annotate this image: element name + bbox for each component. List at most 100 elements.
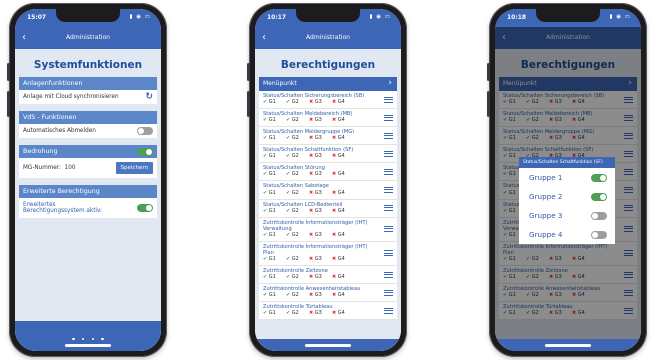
hamburger-menu-icon[interactable]: [384, 250, 393, 257]
mg-number-label: MG-Nummer:: [23, 165, 61, 171]
group-label: G3: [314, 171, 322, 178]
extended-permissions-toggle[interactable]: [137, 204, 153, 212]
popup-group-label: Gruppe 4: [529, 230, 563, 239]
group-label: G3: [314, 99, 322, 106]
hamburger-menu-icon[interactable]: [384, 289, 393, 296]
group-label: G4: [337, 135, 345, 142]
group-status: ✖ G4: [332, 99, 355, 106]
group-toggle[interactable]: [591, 211, 607, 220]
extended-label-1: Erweitertes: [23, 201, 56, 208]
group-status: ✖ G3: [309, 208, 332, 215]
popup-group-row: Gruppe 1: [519, 168, 615, 187]
group-status-row: ✔ G1✔ G2✖ G3✖ G4: [263, 232, 377, 239]
hamburger-menu-icon[interactable]: [384, 187, 393, 194]
cross-icon: ✖: [309, 310, 314, 317]
check-icon: ✔: [263, 135, 268, 142]
group-toggle[interactable]: [591, 173, 607, 182]
menu-item-name: Zutrittskontrolle Informationsträger (IH…: [263, 243, 368, 256]
group-label: G1: [268, 153, 276, 160]
group-status-row: ✔ G1✔ G2✖ G3✖ G4: [263, 310, 377, 317]
cross-icon: ✖: [332, 256, 337, 263]
hamburger-menu-icon[interactable]: [384, 96, 393, 103]
hamburger-menu-icon[interactable]: [384, 205, 393, 212]
group-status: ✔ G2: [286, 274, 309, 281]
hamburger-menu-icon[interactable]: [384, 132, 393, 139]
status-icons: ▮ ◉ ▭: [129, 14, 151, 20]
group-label: G1: [268, 171, 276, 178]
page-title: Systemfunktionen: [33, 59, 143, 71]
group-label: G2: [291, 135, 299, 142]
hamburger-menu-icon[interactable]: [384, 114, 393, 121]
group-label: G2: [291, 153, 299, 160]
group-status: ✔ G1: [263, 274, 286, 281]
check-icon: ✔: [286, 135, 291, 142]
status-icons: ▮ ◉ ▭: [609, 14, 631, 20]
cloud-sync-row[interactable]: Anlage mit Cloud synchronisieren ↻: [19, 90, 157, 104]
group-label: G3: [314, 207, 322, 214]
cross-icon: ✖: [332, 171, 337, 178]
cross-icon: ✖: [309, 292, 314, 299]
check-icon: ✔: [263, 256, 268, 263]
content: Berechtigungen Menüpunkt › Status/Schalt…: [255, 49, 401, 351]
bedrohung-toggle[interactable]: [137, 147, 153, 156]
cross-icon: ✖: [332, 207, 337, 214]
group-status-row: ✔ G1✔ G2✖ G3✖ G4: [263, 153, 377, 160]
permission-list: Status/Schalten Sicherungsbereich (SB) ✔ …: [259, 91, 397, 321]
content: Systemfunktionen Anlagenfunktionen Anlag…: [15, 49, 161, 351]
group-status-row: ✔ G1✔ G2✖ G3✖ G4: [263, 208, 377, 215]
hamburger-menu-icon[interactable]: [384, 271, 393, 278]
popup-header: Status/Schalten Schaltfunktion (SF): [519, 157, 615, 168]
back-icon[interactable]: ‹: [262, 27, 266, 48]
group-label: G3: [314, 189, 322, 196]
phone-frame-3: 10:18 ▮ ◉ ▭ ‹ Administration Berechtigun…: [487, 3, 647, 357]
group-status: ✔ G1: [263, 171, 286, 178]
back-icon[interactable]: ‹: [22, 27, 26, 48]
group-status: ✖ G4: [332, 256, 355, 263]
group-status: ✖ G4: [332, 292, 355, 299]
cross-icon: ✖: [309, 207, 314, 214]
check-icon: ✔: [286, 274, 291, 281]
group-status: ✔ G1: [263, 256, 286, 263]
cross-icon: ✖: [309, 99, 314, 106]
group-status: ✔ G1: [263, 190, 286, 197]
group-label: G1: [268, 99, 276, 106]
cross-icon: ✖: [309, 274, 314, 281]
check-icon: ✔: [286, 117, 291, 124]
sync-icon[interactable]: ↻: [145, 92, 153, 102]
section-header-anlagenfunktionen: Anlagenfunktionen: [19, 77, 157, 90]
group-status: ✔ G1: [263, 310, 286, 317]
group-status-row: ✔ G1✔ G2✖ G3✖ G4: [263, 135, 377, 142]
list-item: Status/Schalten Meldergruppe (MG) ✔ G1 ✔ G…: [259, 127, 397, 146]
check-icon: ✔: [263, 292, 268, 299]
group-toggle[interactable]: [591, 192, 607, 201]
save-button[interactable]: Speichern: [115, 162, 153, 174]
group-status: ✖ G4: [332, 274, 355, 281]
popup-group-label: Gruppe 3: [529, 211, 563, 220]
check-icon: ✔: [286, 256, 291, 263]
hamburger-menu-icon[interactable]: [384, 226, 393, 233]
check-icon: ✔: [286, 310, 291, 317]
cloud-sync-label: Anlage mit Cloud synchronisieren: [23, 94, 119, 100]
group-toggle[interactable]: [591, 230, 607, 239]
check-icon: ✔: [263, 171, 268, 178]
screen-berechtigungen-popup: 10:18 ▮ ◉ ▭ ‹ Administration Berechtigun…: [495, 9, 641, 351]
group-status-row: ✔ G1✔ G2✖ G3✖ G4: [263, 274, 377, 281]
group-status: ✔ G1: [263, 153, 286, 160]
check-icon: ✔: [263, 189, 268, 196]
menu-header[interactable]: Menüpunkt ›: [259, 77, 397, 91]
menu-item-name: Zutrittskontrolle Informationsträger (IH…: [263, 219, 368, 232]
group-label: G1: [268, 117, 276, 124]
hamburger-menu-icon[interactable]: [384, 307, 393, 314]
notch: [296, 9, 360, 22]
home-indicator: [65, 344, 111, 347]
list-item: Status/Schalten Störung✔ G1✔ G2✖ G3✖ G4: [259, 163, 397, 182]
mg-number-value[interactable]: 100: [65, 165, 76, 171]
chevron-right-icon[interactable]: ›: [388, 77, 392, 90]
group-label: G2: [291, 310, 299, 317]
check-icon: ✔: [263, 231, 268, 238]
auto-logout-toggle[interactable]: [137, 127, 153, 135]
group-status: ✔ G1: [263, 292, 286, 299]
hamburger-menu-icon[interactable]: [384, 150, 393, 157]
cross-icon: ✖: [309, 231, 314, 238]
hamburger-menu-icon[interactable]: [384, 168, 393, 175]
